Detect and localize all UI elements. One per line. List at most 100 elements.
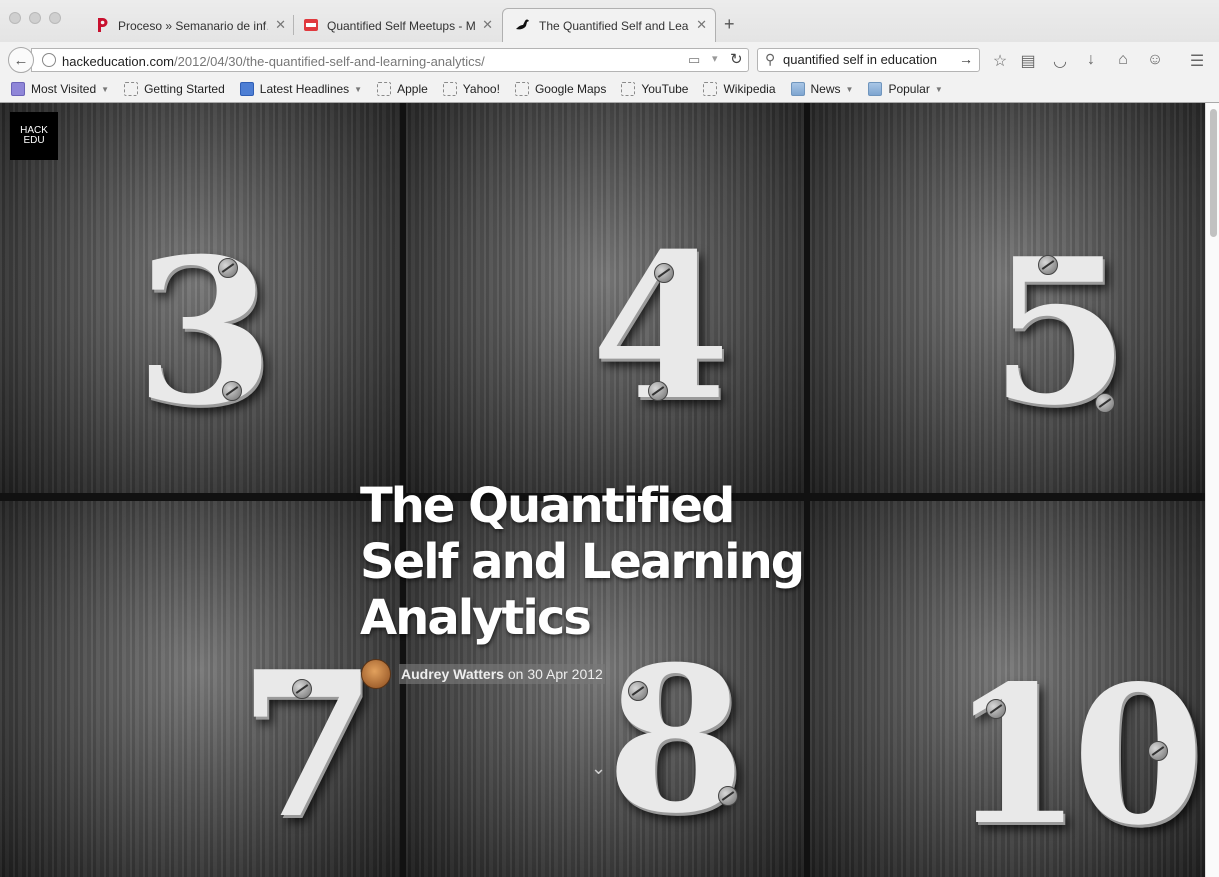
chevron-down-icon: ▼: [354, 84, 363, 94]
hello-icon[interactable]: ☺: [1145, 51, 1165, 69]
bookmark-item[interactable]: Popular ▼: [868, 82, 943, 96]
bookmarks-toolbar: Most Visited ▼ Getting Started Latest Headl…: [0, 76, 1219, 102]
close-tab-icon[interactable]: ✕: [482, 17, 493, 33]
screw-image: [628, 681, 648, 701]
tab-title: Quantified Self Meetups - M…: [327, 18, 477, 33]
downloads-icon[interactable]: ↓: [1081, 51, 1101, 69]
page-icon: [442, 82, 457, 96]
bookmark-label: Getting Started: [144, 82, 225, 96]
tab-meetup[interactable]: Quantified Self Meetups - M… ✕: [291, 9, 501, 42]
author-link[interactable]: Audrey Watters: [401, 666, 504, 682]
bookmark-label: Apple: [397, 82, 428, 96]
folder-icon: [790, 82, 805, 96]
hero-panel: 7: [0, 501, 400, 877]
url-host: hackeducation.com: [62, 54, 175, 69]
screw-image: [718, 786, 738, 806]
reload-icon[interactable]: ↻: [730, 50, 743, 68]
screw-image: [292, 679, 312, 699]
bookmark-item[interactable]: Apple: [377, 82, 428, 96]
tab-strip: Proceso » Semanario de inf… ✕ Quantified…: [0, 0, 1219, 42]
reader-view-icon[interactable]: ▭: [688, 52, 700, 68]
rss-icon: [239, 82, 254, 96]
screw-image: [1148, 741, 1168, 761]
hero-panel: 10: [810, 501, 1205, 877]
search-input[interactable]: [783, 52, 953, 67]
close-window-button[interactable]: [9, 12, 21, 24]
hero-panel: 4: [406, 103, 804, 493]
bookmark-item[interactable]: Most Visited ▼: [11, 82, 109, 96]
search-bar[interactable]: ⚲ →: [757, 48, 980, 72]
screw-image: [222, 381, 242, 401]
back-button[interactable]: ←: [8, 47, 34, 73]
page-icon: [514, 82, 529, 96]
bookmark-label: Yahoo!: [462, 82, 500, 96]
tab-quantified-self[interactable]: The Quantified Self and Lea… ✕: [502, 8, 716, 42]
most-visited-icon: [11, 82, 25, 96]
date-prefix: on: [507, 666, 524, 682]
article-byline: Audrey Watters on 30 Apr 2012: [361, 658, 605, 690]
minimize-window-button[interactable]: [29, 12, 41, 24]
hero-panel: 3: [0, 103, 400, 493]
page-scrollbar[interactable]: [1205, 103, 1219, 877]
meetup-favicon-icon: [304, 19, 318, 31]
tab-title: The Quantified Self and Lea…: [539, 18, 689, 33]
home-icon[interactable]: ⌂: [1113, 51, 1133, 69]
bookmark-label: Most Visited: [31, 82, 97, 96]
byline-text: Audrey Watters on 30 Apr 2012: [399, 664, 605, 684]
url-path: /2012/04/30/the-quantified-self-and-lear…: [174, 54, 485, 69]
bookmark-item[interactable]: Google Maps: [514, 82, 607, 96]
bookmark-label: YouTube: [641, 82, 689, 96]
scroll-down-chevron-icon[interactable]: ⌄: [591, 758, 606, 779]
bookmark-label: Google Maps: [534, 82, 607, 96]
screw-image: [986, 699, 1006, 719]
bookmark-item[interactable]: Getting Started: [124, 82, 225, 96]
logo-line: EDU: [23, 135, 45, 146]
screw-image: [648, 381, 668, 401]
screw-image: [1038, 255, 1058, 275]
site-logo[interactable]: HACK EDU: [10, 112, 58, 160]
screw-image: [654, 263, 674, 283]
hero-digit: 8: [606, 623, 746, 858]
search-go-icon[interactable]: →: [959, 51, 973, 67]
bookmark-item[interactable]: News ▼: [790, 82, 854, 96]
new-tab-icon[interactable]: +: [724, 14, 735, 35]
menu-icon[interactable]: ☰: [1187, 51, 1207, 71]
close-tab-icon[interactable]: ✕: [275, 17, 286, 33]
bookmark-label: Popular: [888, 82, 930, 96]
pocket-icon[interactable]: ◡: [1050, 51, 1070, 71]
proceso-favicon-icon: [98, 18, 108, 32]
scrollbar-thumb[interactable]: [1210, 109, 1217, 237]
history-dropdown-icon[interactable]: ▾: [712, 52, 718, 65]
tab-proceso[interactable]: Proceso » Semanario de inf… ✕: [82, 9, 294, 42]
folder-icon: [868, 82, 883, 96]
url-bar[interactable]: hackeducation.com/2012/04/30/the-quantif…: [31, 48, 749, 72]
bookmark-item[interactable]: Wikipedia: [703, 82, 776, 96]
screw-image: [218, 258, 238, 278]
close-tab-icon[interactable]: ✕: [696, 17, 707, 33]
page-icon: [703, 82, 718, 96]
tab-title: Proceso » Semanario de inf…: [118, 18, 268, 33]
bookmark-label: Wikipedia: [723, 82, 776, 96]
nav-toolbar: hackeducation.com/2012/04/30/the-quantif…: [0, 42, 1219, 76]
hero-panel: 5: [810, 103, 1205, 493]
bookmark-label: Latest Headlines: [259, 82, 350, 96]
back-arrow-icon: ←: [13, 51, 29, 69]
chevron-down-icon: ▼: [845, 84, 854, 94]
article-title: The Quantified Self and Learning Analyti…: [360, 478, 805, 646]
bookmark-item[interactable]: Latest Headlines ▼: [239, 82, 363, 96]
bird-favicon-icon: [516, 19, 529, 30]
bookmark-label: News: [810, 82, 841, 96]
chevron-down-icon: ▼: [934, 84, 943, 94]
zoom-window-button[interactable]: [49, 12, 61, 24]
post-date: 30 Apr 2012: [527, 666, 603, 682]
chevron-down-icon: ▼: [101, 84, 110, 94]
search-icon: ⚲: [765, 51, 776, 67]
hero-digit: 7: [238, 628, 378, 863]
bookmarks-menu-icon[interactable]: ▤: [1018, 51, 1038, 71]
author-avatar[interactable]: [361, 659, 391, 689]
page-icon: [621, 82, 636, 96]
bookmark-item[interactable]: YouTube: [621, 82, 688, 96]
article-hero: 3 4 5 7 8 10 HACK EDU The Quantified Sel…: [0, 103, 1205, 877]
bookmark-item[interactable]: Yahoo!: [442, 82, 500, 96]
bookmark-star-icon[interactable]: ☆: [990, 51, 1010, 71]
